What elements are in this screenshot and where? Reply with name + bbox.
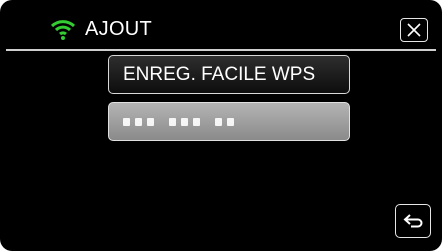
- pin-registration-button[interactable]: [108, 102, 350, 141]
- wps-easy-registration-button[interactable]: ENREG. FACILE WPS: [108, 55, 350, 94]
- camera-screen: AJOUT ENREG. FACILE WPS: [0, 0, 442, 251]
- return-arrow-icon: [403, 214, 423, 228]
- wifi-icon: [50, 20, 76, 40]
- masked-pin: [123, 117, 234, 126]
- back-button[interactable]: [395, 204, 431, 238]
- wps-button-label: ENREG. FACILE WPS: [123, 63, 316, 85]
- close-icon: [407, 23, 421, 37]
- header-divider: [6, 49, 436, 51]
- close-button[interactable]: [400, 18, 428, 42]
- screen-title: AJOUT: [85, 18, 153, 40]
